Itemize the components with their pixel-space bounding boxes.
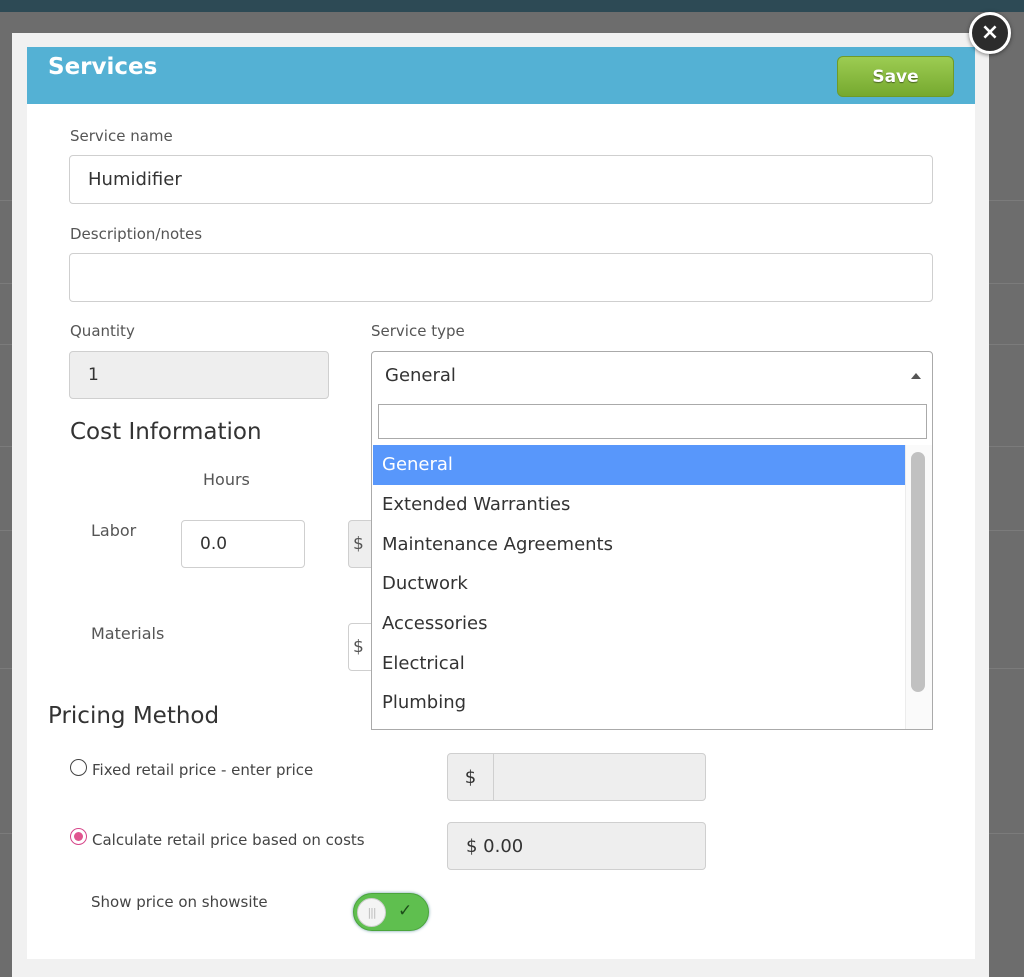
currency-addon: $ [448, 754, 494, 800]
pricing-method-heading: Pricing Method [48, 703, 220, 729]
quantity-field: 1 [69, 351, 329, 399]
dropdown-option-plumbing[interactable]: Plumbing [373, 683, 905, 723]
description-input[interactable] [69, 253, 933, 302]
service-type-selected-value: General [385, 364, 456, 386]
toggle-knob: ||| [357, 898, 386, 927]
labor-label: Labor [91, 521, 137, 540]
checkmark-icon: ✓ [398, 901, 413, 921]
dropdown-option-electrical[interactable]: Electrical [373, 643, 905, 683]
showsite-toggle[interactable]: ||| ✓ [353, 893, 429, 931]
calculate-price-radio[interactable] [70, 828, 87, 845]
dropdown-option-extended-warranties[interactable]: Extended Warranties [373, 485, 905, 525]
background-topbar [0, 0, 1024, 12]
dropdown-option-maintenance-agreements[interactable]: Maintenance Agreements [373, 524, 905, 564]
description-label: Description/notes [70, 225, 203, 243]
service-type-dropdown: General Extended Warranties Maintenance … [371, 398, 933, 730]
dropdown-option-accessories[interactable]: Accessories [373, 604, 905, 644]
service-type-label: Service type [371, 322, 465, 340]
fixed-price-input[interactable] [494, 754, 705, 800]
dropdown-options-list: General Extended Warranties Maintenance … [373, 445, 905, 723]
calculate-price-label: Calculate retail price based on costs [92, 831, 365, 849]
service-name-input[interactable]: Humidifier [69, 155, 933, 204]
close-icon[interactable]: × [969, 12, 1011, 54]
labor-hours-input[interactable]: 0.0 [181, 520, 305, 568]
materials-label: Materials [91, 624, 165, 643]
calculated-price-field: $ 0.00 [447, 822, 706, 870]
fixed-price-radio[interactable] [70, 759, 87, 776]
cost-information-heading: Cost Information [70, 419, 262, 445]
dropdown-option-ductwork[interactable]: Ductwork [373, 564, 905, 604]
quantity-label: Quantity [70, 322, 135, 340]
fixed-price-label: Fixed retail price - enter price [92, 761, 314, 779]
save-button[interactable]: Save [837, 56, 954, 97]
dropdown-scrollbar-thumb[interactable] [911, 452, 925, 692]
dropdown-search-input[interactable] [378, 404, 927, 439]
dropdown-option-general[interactable]: General [373, 445, 905, 485]
service-type-select[interactable]: General [371, 351, 933, 399]
showsite-label: Show price on showsite [91, 893, 268, 911]
service-name-label: Service name [70, 127, 173, 145]
panel-header [27, 47, 975, 104]
hours-column-header: Hours [203, 470, 250, 489]
caret-up-icon [911, 373, 921, 379]
fixed-price-field: $ [447, 753, 706, 801]
panel-title: Services [48, 54, 158, 80]
